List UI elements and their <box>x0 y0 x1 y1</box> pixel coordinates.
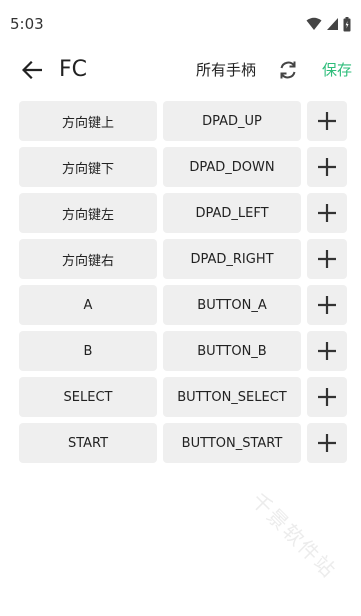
add-mapping-button[interactable] <box>307 239 347 279</box>
key-code-cell[interactable]: DPAD_DOWN <box>163 147 301 187</box>
mapping-row: B BUTTON_B <box>19 331 347 371</box>
page-title: FC <box>59 57 88 82</box>
key-code-cell[interactable]: BUTTON_A <box>163 285 301 325</box>
key-code-cell[interactable]: BUTTON_SELECT <box>163 377 301 417</box>
add-mapping-button[interactable] <box>307 193 347 233</box>
controller-selector[interactable]: 所有手柄 <box>196 60 256 80</box>
button-name-cell[interactable]: SELECT <box>19 377 157 417</box>
add-mapping-button[interactable] <box>307 377 347 417</box>
mapping-list: 方向键上 DPAD_UP 方向键下 DPAD_DOWN 方向键左 DPAD_LE… <box>19 101 347 469</box>
plus-icon <box>318 158 336 176</box>
mapping-row: 方向键右 DPAD_RIGHT <box>19 239 347 279</box>
plus-icon <box>318 434 336 452</box>
status-bar: 5:03 <box>0 0 361 48</box>
add-mapping-button[interactable] <box>307 147 347 187</box>
button-name-cell[interactable]: START <box>19 423 157 463</box>
refresh-icon <box>280 61 296 79</box>
mapping-row: SELECT BUTTON_SELECT <box>19 377 347 417</box>
plus-icon <box>318 112 336 130</box>
key-code-cell[interactable]: DPAD_LEFT <box>163 193 301 233</box>
add-mapping-button[interactable] <box>307 101 347 141</box>
app-screen: 5:03 FC 所有手柄 保存 方向键上 DPAD_UP 方向键下 DPAD_D… <box>0 0 361 616</box>
mapping-row: START BUTTON_START <box>19 423 347 463</box>
app-bar: FC 所有手柄 保存 <box>0 48 361 92</box>
battery-icon <box>343 16 351 31</box>
button-name-cell[interactable]: 方向键下 <box>19 147 157 187</box>
button-name-cell[interactable]: 方向键左 <box>19 193 157 233</box>
status-time: 5:03 <box>10 15 44 33</box>
key-code-cell[interactable]: DPAD_RIGHT <box>163 239 301 279</box>
back-button[interactable] <box>18 56 46 84</box>
key-code-cell[interactable]: BUTTON_START <box>163 423 301 463</box>
mapping-row: 方向键上 DPAD_UP <box>19 101 347 141</box>
refresh-button[interactable] <box>274 56 302 84</box>
button-name-cell[interactable]: 方向键上 <box>19 101 157 141</box>
button-name-cell[interactable]: B <box>19 331 157 371</box>
signal-icon <box>327 18 338 30</box>
key-code-cell[interactable]: DPAD_UP <box>163 101 301 141</box>
plus-icon <box>318 296 336 314</box>
mapping-row: 方向键下 DPAD_DOWN <box>19 147 347 187</box>
add-mapping-button[interactable] <box>307 331 347 371</box>
button-name-cell[interactable]: A <box>19 285 157 325</box>
wifi-icon <box>306 17 322 30</box>
status-icons <box>306 16 351 32</box>
add-mapping-button[interactable] <box>307 285 347 325</box>
button-name-cell[interactable]: 方向键右 <box>19 239 157 279</box>
plus-icon <box>318 342 336 360</box>
plus-icon <box>318 388 336 406</box>
plus-icon <box>318 250 336 268</box>
save-button[interactable]: 保存 <box>322 60 352 80</box>
back-arrow-icon <box>22 61 42 79</box>
add-mapping-button[interactable] <box>307 423 347 463</box>
mapping-row: A BUTTON_A <box>19 285 347 325</box>
mapping-row: 方向键左 DPAD_LEFT <box>19 193 347 233</box>
plus-icon <box>318 204 336 222</box>
watermark: 千景软件站 <box>246 488 342 583</box>
key-code-cell[interactable]: BUTTON_B <box>163 331 301 371</box>
